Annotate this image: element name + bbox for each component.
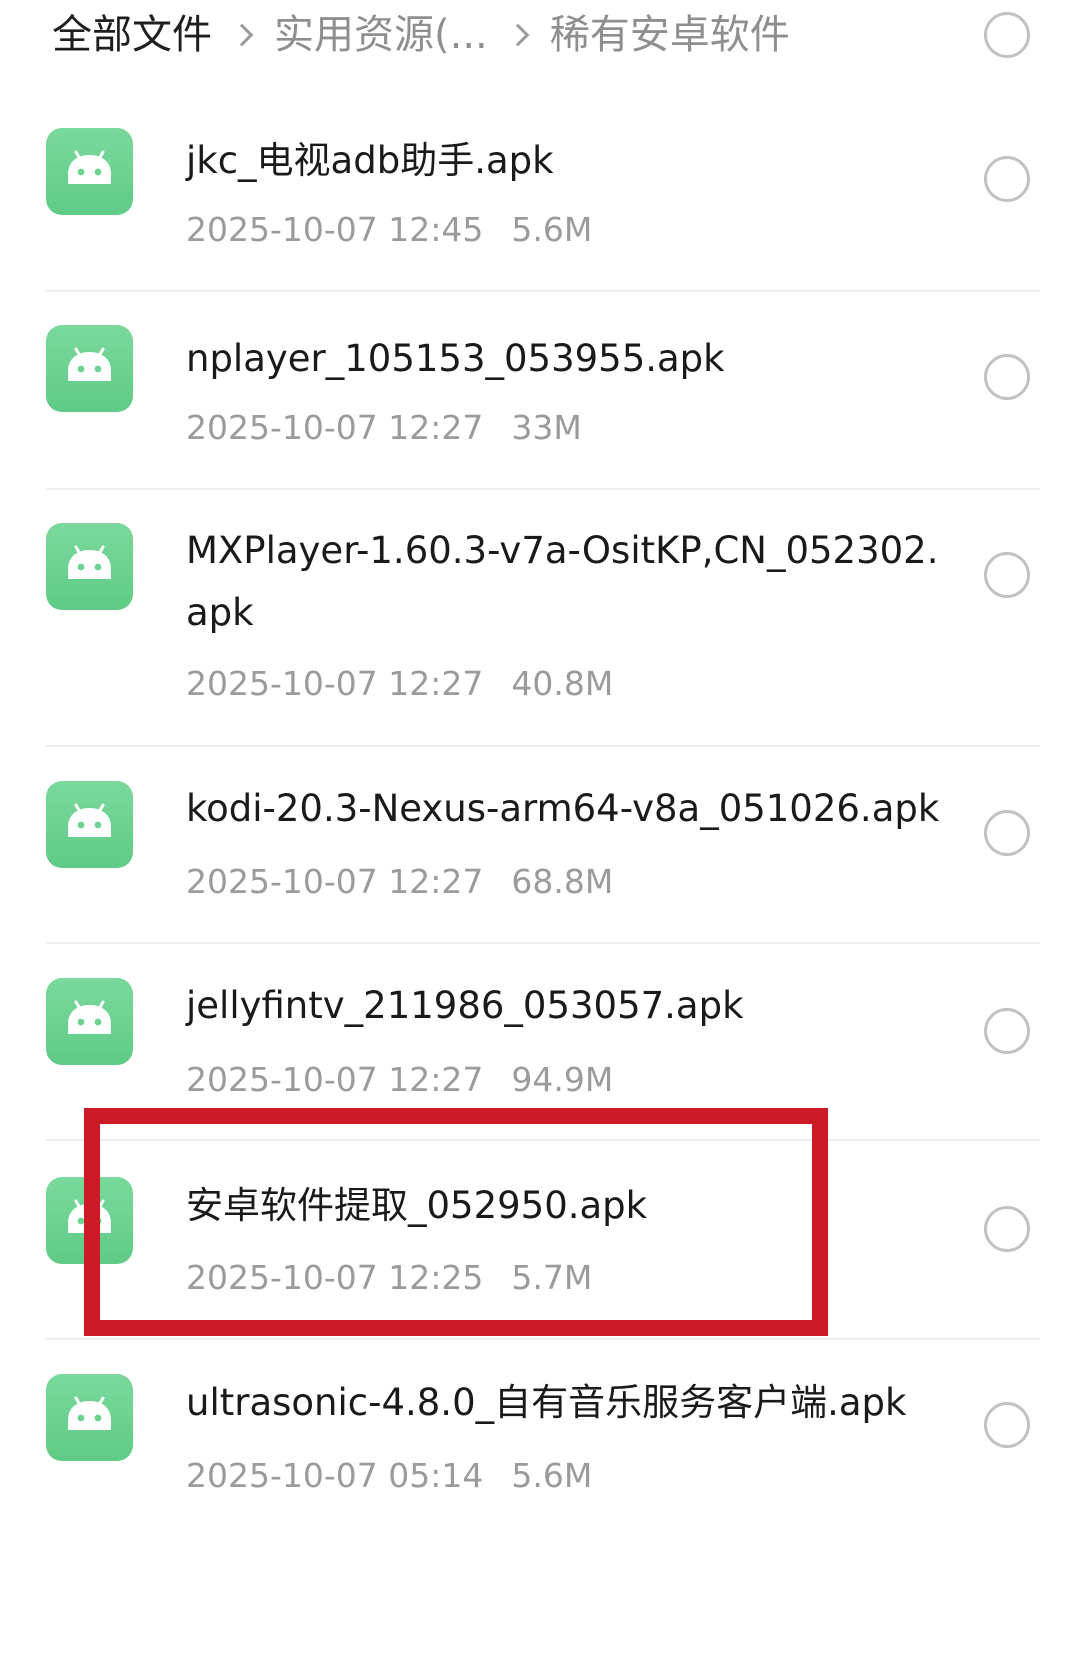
chevron-right-icon (218, 15, 268, 55)
file-size: 5.6M (511, 210, 593, 249)
file-size: 40.8M (511, 664, 614, 703)
file-date: 2025-10-07 12:27 (186, 1060, 484, 1099)
android-icon (46, 523, 133, 610)
select-all-checkbox[interactable] (984, 12, 1030, 58)
row-checkbox[interactable] (984, 1206, 1030, 1252)
file-date: 2025-10-07 12:27 (186, 862, 484, 901)
android-icon (46, 978, 133, 1065)
android-icon (46, 781, 133, 868)
file-meta: 2025-10-07 12:27 94.9M (186, 1060, 613, 1099)
file-name: MXPlayer-1.60.3-v7a-OsitKP,CN_052302.apk (186, 529, 939, 634)
file-meta: 2025-10-07 12:25 5.7M (186, 1258, 592, 1297)
row-checkbox[interactable] (984, 354, 1030, 400)
file-size: 68.8M (511, 862, 614, 901)
breadcrumb-current: 稀有安卓软件 (549, 12, 790, 58)
file-size: 33M (511, 408, 582, 447)
file-name: ultrasonic-4.8.0_自有音乐服务客户端.apk (186, 1381, 907, 1424)
row-checkbox[interactable] (984, 552, 1030, 598)
breadcrumb-parent[interactable]: 实用资源(... (274, 15, 488, 55)
android-icon (46, 1374, 133, 1461)
row-divider (46, 1139, 1040, 1141)
file-meta: 2025-10-07 05:14 5.6M (186, 1456, 592, 1495)
file-date: 2025-10-07 12:45 (186, 210, 484, 249)
file-date: 2025-10-07 12:27 (186, 664, 484, 703)
file-size: 5.6M (511, 1456, 593, 1495)
file-meta: 2025-10-07 12:27 40.8M (186, 664, 613, 703)
file-date: 2025-10-07 05:14 (186, 1456, 484, 1495)
file-name: jellyfintv_211986_053057.apk (186, 984, 744, 1027)
chevron-right-icon (494, 15, 544, 55)
file-date: 2025-10-07 12:27 (186, 408, 484, 447)
row-checkbox[interactable] (984, 156, 1030, 202)
file-meta: 2025-10-07 12:27 68.8M (186, 862, 613, 901)
file-date: 2025-10-07 12:25 (186, 1258, 484, 1297)
row-divider (46, 488, 1040, 490)
row-checkbox[interactable] (984, 810, 1030, 856)
file-name: nplayer_105153_053955.apk (186, 337, 725, 380)
row-divider (46, 942, 1040, 944)
file-name: jkc_电视adb助手.apk (186, 139, 554, 182)
breadcrumb: 全部文件 实用资源(... 稀有安卓软件 (52, 0, 952, 70)
file-manager-screen: 全部文件 实用资源(... 稀有安卓软件 jkc_电视adb助手.apk 2025… (0, 0, 1080, 1680)
row-checkbox[interactable] (984, 1402, 1030, 1448)
file-size: 5.7M (511, 1258, 593, 1297)
row-divider (46, 745, 1040, 747)
android-icon (46, 325, 133, 412)
file-meta: 2025-10-07 12:45 5.6M (186, 210, 592, 249)
file-meta: 2025-10-07 12:27 33M (186, 408, 582, 447)
file-name: 安卓软件提取_052950.apk (186, 1184, 648, 1227)
android-icon (46, 1177, 133, 1264)
android-icon (46, 128, 133, 215)
row-divider (46, 1338, 1040, 1340)
file-name: kodi-20.3-Nexus-arm64-v8a_051026.apk (186, 787, 940, 830)
breadcrumb-root[interactable]: 全部文件 (52, 15, 212, 55)
row-checkbox[interactable] (984, 1008, 1030, 1054)
file-size: 94.9M (511, 1060, 614, 1099)
row-divider (46, 290, 1040, 292)
